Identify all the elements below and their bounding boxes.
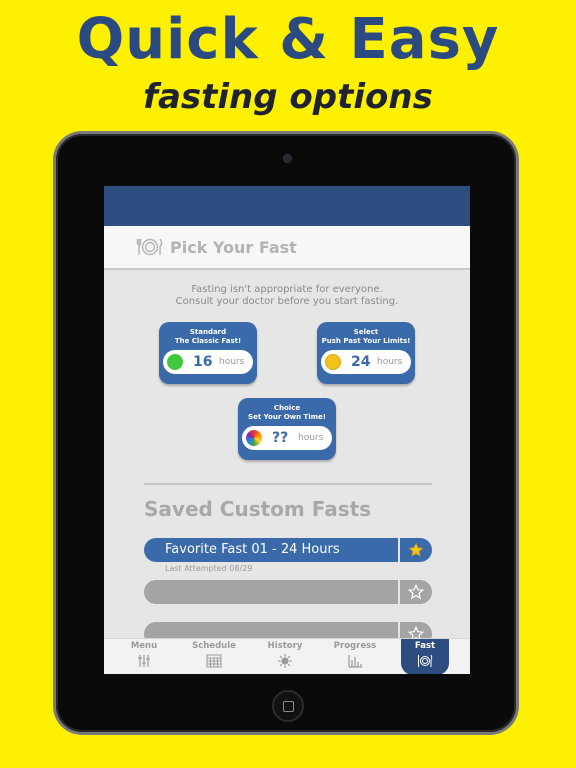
saved-fast-row: Favorite Fast 01 - 24 Hours bbox=[144, 538, 432, 562]
tab-label: Progress bbox=[333, 641, 377, 651]
fast-option-name: Select bbox=[353, 328, 379, 336]
fast-option-choice[interactable]: Choice Set Your Own Time! ?? hours bbox=[238, 398, 336, 460]
tab-schedule[interactable]: Schedule bbox=[179, 639, 249, 674]
fast-option-tagline: Push Past Your Limits! bbox=[321, 337, 411, 345]
fast-option-unit: hours bbox=[219, 357, 245, 367]
fast-option-name: Standard bbox=[189, 328, 227, 336]
tablet-frame: Pick Your Fast Fasting isn't appropriate… bbox=[56, 134, 516, 732]
tab-label: Menu bbox=[130, 641, 158, 651]
disclaimer-line-1: Fasting isn't appropriate for everyone. bbox=[191, 284, 383, 295]
home-button[interactable] bbox=[272, 690, 304, 722]
app-screen: Pick Your Fast Fasting isn't appropriate… bbox=[104, 186, 470, 674]
color-wheel-icon bbox=[246, 430, 262, 446]
plate-utensils-icon bbox=[136, 237, 164, 257]
sun-icon bbox=[278, 654, 292, 668]
last-attempted-text: Last Attempted 08/29 bbox=[165, 564, 253, 573]
star-filled-icon bbox=[408, 542, 424, 557]
tab-history[interactable]: History bbox=[250, 639, 320, 674]
tab-fast[interactable]: Fast bbox=[401, 639, 449, 674]
green-dot-icon bbox=[167, 354, 183, 370]
status-bar bbox=[104, 186, 470, 226]
fast-option-hours-pill: 24 hours bbox=[321, 350, 411, 374]
fast-option-unit: hours bbox=[298, 433, 324, 443]
bar-chart-icon bbox=[348, 655, 362, 668]
saved-fast-row bbox=[144, 580, 432, 604]
page-header: Pick Your Fast bbox=[104, 226, 470, 270]
favorite-toggle[interactable] bbox=[400, 580, 432, 604]
fast-option-standard[interactable]: Standard The Classic Fast! 16 hours bbox=[159, 322, 257, 384]
favorite-toggle[interactable] bbox=[400, 538, 432, 562]
promo-subtitle: fasting options bbox=[143, 77, 433, 117]
fast-option-caption: Standard The Classic Fast! bbox=[159, 328, 257, 346]
disclaimer-line-2: Consult your doctor before you start fas… bbox=[175, 296, 399, 307]
disclaimer: Fasting isn't appropriate for everyone. … bbox=[104, 284, 470, 308]
fast-option-tagline: Set Your Own Time! bbox=[248, 413, 326, 421]
fast-option-caption: Select Push Past Your Limits! bbox=[317, 328, 415, 346]
page-title: Pick Your Fast bbox=[170, 237, 297, 257]
fast-option-unit: hours bbox=[377, 357, 403, 367]
saved-fast-label: Favorite Fast 01 - 24 Hours bbox=[165, 542, 340, 557]
tab-progress[interactable]: Progress bbox=[320, 639, 390, 674]
yellow-dot-icon bbox=[325, 354, 341, 370]
promo-title: Quick & Easy bbox=[76, 7, 500, 72]
tab-label: Fast bbox=[414, 641, 436, 651]
fast-option-select[interactable]: Select Push Past Your Limits! 24 hours bbox=[317, 322, 415, 384]
fast-option-hours-pill: 16 hours bbox=[163, 350, 253, 374]
calendar-icon bbox=[206, 654, 222, 668]
tab-menu[interactable]: Menu bbox=[109, 639, 179, 674]
camera-dot bbox=[283, 154, 292, 163]
tab-label: History bbox=[267, 641, 303, 651]
fast-option-hours-pill: ?? hours bbox=[242, 426, 332, 450]
tab-bar: Menu Schedule History Progress Fast bbox=[104, 638, 470, 674]
fast-option-hours: ?? bbox=[272, 430, 289, 446]
fast-option-caption: Choice Set Your Own Time! bbox=[238, 404, 336, 422]
section-divider bbox=[144, 483, 432, 485]
fast-option-hours: 24 bbox=[351, 354, 371, 370]
sliders-icon bbox=[138, 655, 150, 667]
saved-fast-button[interactable] bbox=[144, 580, 398, 604]
fast-option-tagline: The Classic Fast! bbox=[174, 337, 242, 345]
saved-fasts-title: Saved Custom Fasts bbox=[144, 497, 372, 521]
star-outline-icon bbox=[408, 584, 424, 600]
plate-utensils-icon bbox=[418, 654, 433, 667]
fast-option-name: Choice bbox=[273, 404, 301, 412]
square-icon bbox=[282, 700, 294, 712]
tab-label: Schedule bbox=[192, 641, 236, 651]
fast-option-hours: 16 bbox=[193, 354, 213, 370]
saved-fast-button[interactable]: Favorite Fast 01 - 24 Hours bbox=[144, 538, 398, 562]
